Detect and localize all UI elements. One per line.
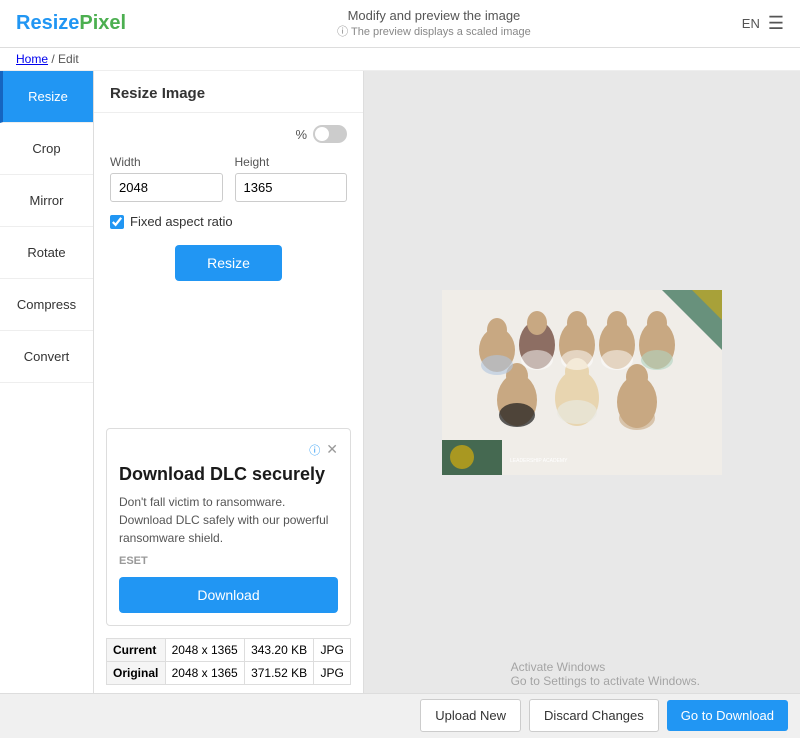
dimensions-row: Width Height xyxy=(110,155,347,202)
preview-area: LEADERSHIP ACADEMY xyxy=(364,71,800,693)
original-label: Original xyxy=(107,662,166,685)
sidebar: Resize Crop Mirror Rotate Compress Conve… xyxy=(0,71,94,693)
content-panel: Resize Image % Width Height xyxy=(94,71,364,693)
menu-icon[interactable]: ☰ xyxy=(768,13,784,34)
logo: ResizePixel xyxy=(16,12,126,35)
ad-top-row: ⓘ ✕ xyxy=(119,441,338,458)
panel-title: Resize Image xyxy=(94,71,363,113)
breadcrumb-home[interactable]: Home xyxy=(16,52,48,66)
header: ResizePixel Modify and preview the image… xyxy=(0,0,800,48)
discard-changes-button[interactable]: Discard Changes xyxy=(529,699,659,732)
ad-title: Download DLC securely xyxy=(119,464,338,485)
sidebar-item-mirror[interactable]: Mirror xyxy=(0,175,93,227)
file-info-original-row: Original 2048 x 1365 371.52 KB JPG xyxy=(107,662,351,685)
ad-download-button[interactable]: Download xyxy=(119,577,338,613)
ad-info-icon: ⓘ xyxy=(309,442,320,458)
upload-new-button[interactable]: Upload New xyxy=(420,699,521,732)
ad-box: ⓘ ✕ Download DLC securely Don't fall vic… xyxy=(106,428,351,626)
width-input[interactable] xyxy=(110,173,223,202)
current-label: Current xyxy=(107,639,166,662)
bottom-bar: Activate WindowsGo to Settings to activa… xyxy=(0,693,800,737)
logo-pixel: Pixel xyxy=(79,12,126,34)
breadcrumb: Home / Edit xyxy=(0,48,800,71)
percent-label: % xyxy=(295,127,307,142)
original-format: JPG xyxy=(314,662,351,685)
percent-toggle[interactable] xyxy=(313,125,347,143)
original-dims: 2048 x 1365 xyxy=(165,662,244,685)
main-layout: Resize Crop Mirror Rotate Compress Conve… xyxy=(0,71,800,693)
percent-row: % xyxy=(110,125,347,143)
height-input[interactable] xyxy=(235,173,348,202)
current-dims: 2048 x 1365 xyxy=(165,639,244,662)
current-format: JPG xyxy=(314,639,351,662)
preview-note: ⓘ The preview displays a scaled image xyxy=(337,23,531,39)
height-label: Height xyxy=(235,155,348,169)
sidebar-item-resize[interactable]: Resize xyxy=(0,71,93,123)
width-label: Width xyxy=(110,155,223,169)
panel-body: % Width Height Fixed aspect ratio xyxy=(94,113,363,416)
width-field: Width xyxy=(110,155,223,202)
aspect-ratio-checkbox[interactable] xyxy=(110,215,124,229)
preview-image: LEADERSHIP ACADEMY xyxy=(442,290,722,475)
sidebar-item-crop[interactable]: Crop xyxy=(0,123,93,175)
header-center: Modify and preview the image ⓘ The previ… xyxy=(337,8,531,39)
go-to-download-button[interactable]: Go to Download xyxy=(667,700,788,731)
aspect-ratio-row: Fixed aspect ratio xyxy=(110,214,347,229)
logo-resize: Resize xyxy=(16,12,79,34)
svg-text:LEADERSHIP ACADEMY: LEADERSHIP ACADEMY xyxy=(510,458,568,464)
aspect-ratio-label: Fixed aspect ratio xyxy=(130,214,233,229)
file-info-current-row: Current 2048 x 1365 343.20 KB JPG xyxy=(107,639,351,662)
original-size: 371.52 KB xyxy=(245,662,314,685)
ad-brand: ESET xyxy=(119,555,338,567)
file-info: Current 2048 x 1365 343.20 KB JPG Origin… xyxy=(106,638,351,685)
current-size: 343.20 KB xyxy=(245,639,314,662)
height-field: Height xyxy=(235,155,348,202)
sidebar-item-compress[interactable]: Compress xyxy=(0,279,93,331)
resize-button[interactable]: Resize xyxy=(175,245,282,281)
ad-close-button[interactable]: ✕ xyxy=(326,441,338,458)
header-title: Modify and preview the image xyxy=(337,8,531,23)
sidebar-item-convert[interactable]: Convert xyxy=(0,331,93,383)
breadcrumb-current: Edit xyxy=(58,52,79,66)
ad-description: Don't fall victim to ransomware. Downloa… xyxy=(119,493,338,547)
sidebar-item-rotate[interactable]: Rotate xyxy=(0,227,93,279)
header-right: EN ☰ xyxy=(742,13,784,34)
lang-label: EN xyxy=(742,16,760,31)
